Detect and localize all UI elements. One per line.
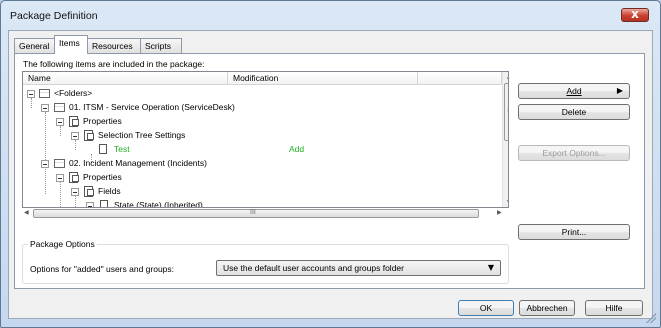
grip-icon: III <box>250 209 256 216</box>
scroll-down-arrow-icon[interactable]: ▼ <box>507 199 508 206</box>
collapse-toggle-icon[interactable] <box>41 160 49 168</box>
scroll-left-arrow-icon[interactable]: ◀ <box>24 209 29 216</box>
added-users-select[interactable]: Use the default user accounts and groups… <box>216 260 501 276</box>
package-options-group: Package Options Options for "added" user… <box>22 239 509 284</box>
close-button[interactable]: x <box>621 7 649 22</box>
dialog-client-area: General Items Resources Scripts The foll… <box>8 30 653 319</box>
package-items-tree[interactable]: Name Modification <Folders> 01. ITSM - S… <box>22 71 509 208</box>
collapse-toggle-icon[interactable] <box>41 104 49 112</box>
page-icon <box>100 200 108 207</box>
grip-icon: ≡ <box>507 106 508 114</box>
add-button[interactable]: Add ▶ <box>518 83 630 99</box>
tree-horizontal-scrollbar[interactable]: ◀ III ▶ <box>22 208 509 220</box>
delete-button[interactable]: Delete <box>518 104 630 120</box>
package-definition-window: Package Definition x General Items Resou… <box>0 0 661 328</box>
tree-row-selection-tree-settings[interactable]: Selection Tree Settings <box>23 129 501 143</box>
column-header-modification[interactable]: Modification <box>228 72 418 85</box>
folder-icon <box>39 89 50 98</box>
document-icon <box>69 172 79 183</box>
chevron-down-icon: ▼ <box>487 263 494 272</box>
document-icon <box>69 116 79 127</box>
window-title: Package Definition <box>10 10 98 22</box>
scroll-right-arrow-icon[interactable]: ▶ <box>497 209 502 216</box>
print-button[interactable]: Print... <box>518 224 630 240</box>
tree-row-label: State (State) (Inherited) <box>114 200 203 208</box>
tree-row-itsm-service-operation[interactable]: 01. ITSM - Service Operation (ServiceDes… <box>23 101 501 115</box>
column-header-blank <box>418 72 502 85</box>
collapse-toggle-icon[interactable] <box>71 132 79 140</box>
folder-icon <box>54 103 65 112</box>
items-tab-panel: The following items are included in the … <box>14 53 645 289</box>
help-button[interactable]: Hilfe <box>585 300 643 316</box>
tab-scripts[interactable]: Scripts <box>140 38 182 53</box>
tree-row-test[interactable]: Test Add <box>23 143 501 157</box>
tab-resources[interactable]: Resources <box>87 38 141 53</box>
collapse-toggle-icon[interactable] <box>71 188 79 196</box>
page-icon <box>99 144 107 154</box>
scroll-up-arrow-icon[interactable]: ▲ <box>507 73 508 80</box>
tree-row-fields[interactable]: Fields <box>23 185 501 199</box>
tree-row-properties[interactable]: Properties <box>23 115 501 129</box>
tab-items[interactable]: Items <box>54 35 88 54</box>
items-intro-text: The following items are included in the … <box>23 59 205 69</box>
collapse-toggle-icon[interactable] <box>56 118 64 126</box>
export-options-button[interactable]: Export Options... <box>518 145 630 161</box>
tree-vertical-scrollbar[interactable]: ▲ ≡ ▼ <box>502 72 508 207</box>
tree-row-label: 02. Incident Management (Incidents) <box>69 158 207 168</box>
tree-row-state-inherited[interactable]: State (State) (Inherited) <box>23 199 501 208</box>
horizontal-scroll-thumb[interactable]: III <box>33 209 479 218</box>
vertical-scroll-thumb[interactable]: ≡ <box>504 83 508 141</box>
tree-row-label: Test <box>114 144 130 154</box>
tree-row-label: 01. ITSM - Service Operation (ServiceDes… <box>69 102 235 112</box>
collapse-toggle-icon[interactable] <box>27 90 35 98</box>
folder-icon <box>54 159 65 168</box>
tree-row-modification: Add <box>289 144 305 154</box>
tree-row-properties[interactable]: Properties <box>23 171 501 185</box>
tab-general[interactable]: General <box>14 38 55 53</box>
tree-row-label: Properties <box>83 172 122 182</box>
collapse-toggle-icon[interactable] <box>56 174 64 182</box>
tree-row-label: <Folders> <box>54 88 93 98</box>
tree-row-label: Fields <box>98 186 121 196</box>
package-options-label: Package Options <box>28 239 97 249</box>
close-icon: x <box>631 7 639 21</box>
submenu-arrow-icon: ▶ <box>616 86 623 95</box>
resize-grip-icon[interactable] <box>646 313 656 323</box>
tree-row-folders[interactable]: <Folders> <box>23 87 501 101</box>
document-icon <box>84 130 94 141</box>
added-users-select-value: Use the default user accounts and groups… <box>223 263 404 273</box>
tree-row-incident-management[interactable]: 02. Incident Management (Incidents) <box>23 157 501 171</box>
added-users-label: Options for "added" users and groups: <box>30 264 175 274</box>
column-header-name[interactable]: Name <box>23 72 228 85</box>
tree-row-label: Properties <box>83 116 122 126</box>
add-button-label: Add <box>566 86 582 96</box>
document-icon <box>84 186 94 197</box>
ok-button[interactable]: OK <box>458 300 514 316</box>
tree-row-label: Selection Tree Settings <box>98 130 186 140</box>
cancel-button[interactable]: Abbrechen <box>519 300 575 316</box>
title-bar[interactable]: Package Definition x <box>1 1 660 29</box>
